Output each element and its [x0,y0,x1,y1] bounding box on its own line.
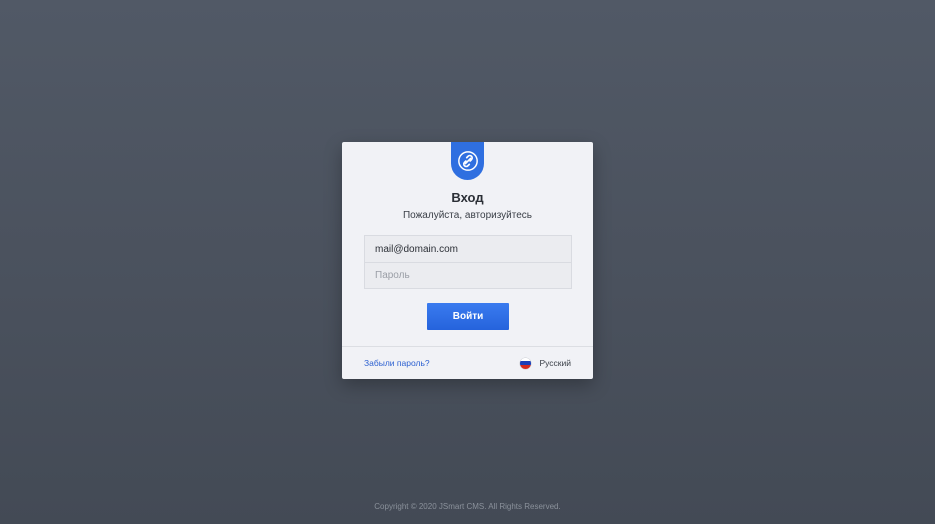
card-footer: Забыли пароль? Русский [342,346,593,379]
language-selector[interactable]: Русский [520,357,571,369]
copyright-text: Copyright © 2020 JSmart CMS. All Rights … [374,502,561,511]
forgot-password-link[interactable]: Забыли пароль? [364,358,430,368]
email-field[interactable] [365,236,571,262]
login-subtitle: Пожалуйста, авторизуйтесь [402,210,533,221]
credentials-group [364,235,572,289]
language-label: Русский [539,358,571,368]
logo-badge [451,142,484,180]
login-title: Вход [451,190,484,205]
link-icon [457,151,478,171]
login-card: Вход Пожалуйста, авторизуйтесь Войти Заб… [342,142,593,379]
password-field[interactable] [365,262,571,288]
russia-flag-icon [520,357,532,369]
login-button[interactable]: Войти [427,303,509,330]
